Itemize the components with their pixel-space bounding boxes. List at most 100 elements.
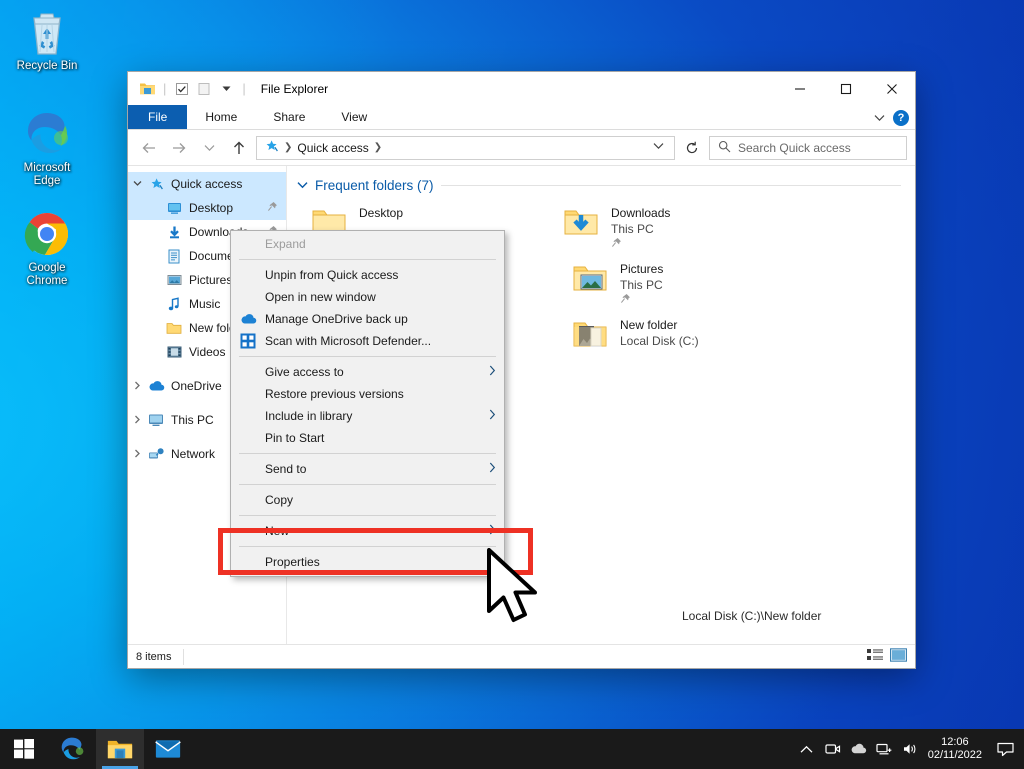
tab-file[interactable]: File bbox=[128, 105, 188, 129]
menu-item-manage-onedrive-back-up[interactable]: Manage OneDrive back up bbox=[231, 308, 504, 330]
group-header-rule bbox=[440, 185, 901, 186]
menu-item-copy[interactable]: Copy bbox=[231, 489, 504, 511]
status-bar: 8 items bbox=[128, 644, 915, 668]
tile-title: Pictures bbox=[620, 262, 664, 276]
network-icon bbox=[146, 447, 166, 461]
chevron-down-icon[interactable] bbox=[128, 179, 146, 189]
menu-item-label: Open in new window bbox=[265, 290, 376, 304]
back-button[interactable] bbox=[136, 135, 162, 161]
breadcrumb-separator-2[interactable]: ❯ bbox=[374, 142, 382, 153]
menu-item-label: Pin to Start bbox=[265, 431, 325, 445]
pin-icon[interactable] bbox=[267, 201, 278, 215]
pictures-icon bbox=[164, 273, 184, 287]
tile-subtitle: This PC bbox=[620, 278, 663, 292]
desktop-icon-recycle-bin[interactable]: Recycle Bin bbox=[4, 6, 90, 73]
tile-new-folder[interactable]: New folder Local Disk (C:) bbox=[562, 311, 814, 367]
breadcrumb-separator: ❯ bbox=[284, 142, 293, 153]
tile-downloads[interactable]: Downloads This PC bbox=[553, 199, 805, 255]
tile-title: New folder bbox=[620, 318, 678, 332]
up-button[interactable] bbox=[226, 135, 252, 161]
thispc-icon bbox=[146, 413, 166, 427]
tile-meta: Downloads This PC bbox=[609, 205, 670, 252]
menu-item-open-in-new-window[interactable]: Open in new window bbox=[231, 286, 504, 308]
folder-download-icon bbox=[553, 205, 609, 241]
folder-icon[interactable] bbox=[136, 79, 158, 99]
large-icons-view-button[interactable] bbox=[890, 648, 907, 665]
menu-item-restore-previous-versions[interactable]: Restore previous versions bbox=[231, 383, 504, 405]
menu-item-include-in-library[interactable]: Include in library bbox=[231, 405, 504, 427]
chevron-right-icon[interactable] bbox=[128, 381, 146, 392]
address-dropdown-chevron-down-icon[interactable] bbox=[647, 142, 670, 153]
menu-item-scan-with-microsoft-defender[interactable]: Scan with Microsoft Defender... bbox=[231, 330, 504, 352]
context-menu[interactable]: Expand Unpin from Quick access Open in n… bbox=[230, 230, 505, 577]
tab-share[interactable]: Share bbox=[255, 105, 323, 129]
show-hidden-icons-chevron-up-icon[interactable] bbox=[794, 729, 820, 769]
taskbar-apps bbox=[0, 729, 192, 769]
search-input[interactable]: Search Quick access bbox=[709, 135, 907, 160]
menu-item-send-to[interactable]: Send to bbox=[231, 458, 504, 480]
sidebar-item-label: Quick access bbox=[171, 177, 243, 191]
action-center-button[interactable] bbox=[990, 729, 1020, 769]
sidebar-item-label: Network bbox=[171, 447, 216, 461]
taskbar-item-file-explorer[interactable] bbox=[96, 729, 144, 769]
address-bar[interactable]: ❯ Quick access ❯ bbox=[256, 135, 675, 160]
expand-ribbon-chevron-down-icon[interactable] bbox=[874, 109, 885, 127]
tile-meta: Desktop bbox=[357, 205, 403, 221]
menu-item-label: Unpin from Quick access bbox=[265, 268, 399, 282]
menu-item-unpin-from-quick-access[interactable]: Unpin from Quick access bbox=[231, 264, 504, 286]
frequent-folders-group-header[interactable]: Frequent folders (7) bbox=[287, 166, 915, 197]
refresh-button[interactable] bbox=[679, 136, 705, 160]
taskbar-item-mail[interactable] bbox=[144, 729, 192, 769]
close-button[interactable] bbox=[869, 72, 915, 105]
desktop-icon-label-line1: Google bbox=[28, 262, 66, 274]
group-header-label: Frequent folders (7) bbox=[315, 178, 434, 193]
details-view-button[interactable] bbox=[867, 648, 884, 665]
menu-separator bbox=[239, 453, 496, 454]
pin-icon bbox=[620, 293, 663, 308]
sidebar-item-quick-access[interactable]: Quick access bbox=[128, 172, 286, 196]
volume-icon[interactable] bbox=[898, 729, 924, 769]
tile-subtitle: Local Disk (C:) bbox=[620, 334, 699, 348]
menu-item-label: Include in library bbox=[265, 409, 353, 423]
taskbar-clock[interactable]: 12:06 02/11/2022 bbox=[924, 736, 990, 762]
minimize-button[interactable] bbox=[777, 72, 823, 105]
chevron-right-icon[interactable] bbox=[128, 415, 146, 426]
window-title-bar[interactable]: | | File Explorer bbox=[128, 72, 915, 105]
system-tray: 12:06 02/11/2022 bbox=[794, 729, 1024, 769]
menu-item-give-access-to[interactable]: Give access to bbox=[231, 361, 504, 383]
taskbar: 12:06 02/11/2022 bbox=[0, 729, 1024, 769]
taskbar-item-microsoft-edge[interactable] bbox=[48, 729, 96, 769]
google-chrome-icon bbox=[4, 208, 90, 258]
tile-pictures[interactable]: Pictures This PC bbox=[562, 255, 814, 311]
onedrive-icon[interactable] bbox=[846, 729, 872, 769]
tile-title: Desktop bbox=[359, 206, 404, 220]
tile-title: Downloads bbox=[611, 206, 671, 220]
pin-icon bbox=[611, 237, 670, 252]
sidebar-item-desktop[interactable]: Desktop bbox=[128, 196, 286, 220]
maximize-button[interactable] bbox=[823, 72, 869, 105]
ribbon-tabs: File Home Share View ? bbox=[128, 105, 915, 130]
camera-icon[interactable] bbox=[820, 729, 846, 769]
tab-home[interactable]: Home bbox=[187, 105, 255, 129]
customize-qat-chevron-down-icon[interactable] bbox=[215, 79, 237, 99]
chevron-right-icon[interactable] bbox=[128, 449, 146, 460]
desktop-icon-microsoft-edge[interactable]: Microsoft Edge bbox=[4, 108, 90, 188]
forward-button[interactable] bbox=[166, 135, 192, 161]
sidebar-item-label: Videos bbox=[189, 345, 226, 359]
recent-locations-chevron-down-icon[interactable] bbox=[196, 135, 222, 161]
start-button[interactable] bbox=[0, 729, 48, 769]
menu-item-label: Expand bbox=[265, 237, 306, 251]
menu-item-pin-to-start[interactable]: Pin to Start bbox=[231, 427, 504, 449]
desktop-icon-label-line1: Microsoft bbox=[23, 162, 71, 174]
network-icon[interactable] bbox=[872, 729, 898, 769]
help-icon[interactable]: ? bbox=[893, 109, 909, 126]
sidebar-item-label: Music bbox=[189, 297, 221, 311]
tab-view[interactable]: View bbox=[323, 105, 385, 129]
sidebar-item-label: Desktop bbox=[189, 201, 234, 215]
path-tooltip: Local Disk (C:)\New folder bbox=[682, 609, 822, 623]
breadcrumb-quick-access[interactable]: Quick access bbox=[297, 141, 368, 155]
desktop-icon-google-chrome[interactable]: Google Chrome bbox=[4, 208, 90, 288]
chevron-down-icon[interactable] bbox=[297, 180, 308, 192]
properties-icon[interactable] bbox=[171, 79, 193, 99]
new-folder-icon[interactable] bbox=[193, 79, 215, 99]
